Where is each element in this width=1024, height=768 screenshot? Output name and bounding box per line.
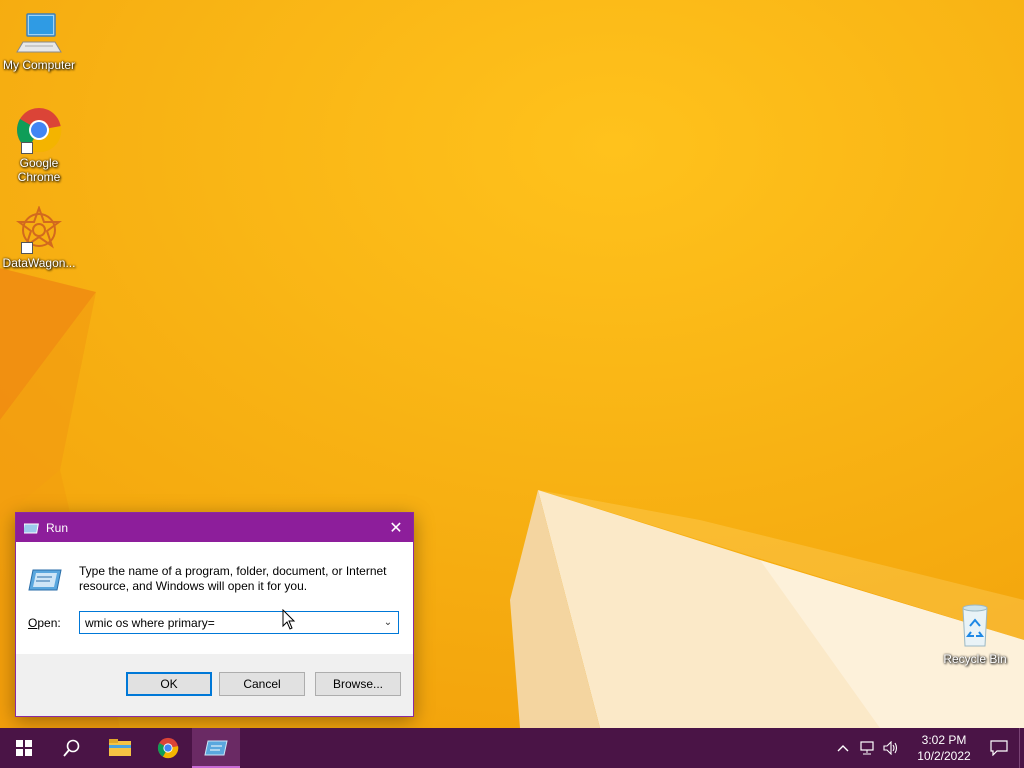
start-icon xyxy=(16,740,32,756)
start-button[interactable] xyxy=(0,728,48,768)
desktop-icon-label: My Computer xyxy=(2,58,76,72)
taskbar-file-explorer[interactable] xyxy=(96,728,144,768)
computer-icon xyxy=(15,8,63,56)
desktop-icon-label: Google Chrome xyxy=(17,156,61,184)
cancel-button[interactable]: Cancel xyxy=(219,672,305,696)
recycle-bin-icon xyxy=(951,602,999,650)
run-dialog-title: Run xyxy=(46,520,69,535)
chevron-down-icon[interactable]: ⌄ xyxy=(378,617,398,628)
shortcut-arrow-icon xyxy=(21,242,33,254)
desktop-icon-recycle-bin[interactable]: Recycle Bin xyxy=(936,602,1014,666)
chrome-icon xyxy=(15,106,63,154)
run-dialog: Run ✕ Type the name of a program, folder… xyxy=(15,512,414,717)
desktop-icon-label: Recycle Bin xyxy=(943,652,1007,666)
run-icon xyxy=(204,740,228,756)
run-icon xyxy=(22,520,40,536)
ok-button[interactable]: OK xyxy=(126,672,212,696)
open-input[interactable] xyxy=(80,612,378,633)
datawagon-icon xyxy=(15,205,63,254)
show-hidden-icons-button[interactable] xyxy=(831,728,855,768)
network-button[interactable] xyxy=(855,728,879,768)
run-dialog-body: Type the name of a program, folder, docu… xyxy=(16,542,413,654)
search-button[interactable] xyxy=(48,728,96,768)
chevron-up-icon xyxy=(837,745,849,752)
clock-date: 10/2/2022 xyxy=(917,749,971,763)
mouse-cursor-icon xyxy=(282,609,296,630)
open-label: Open: xyxy=(28,616,61,630)
taskbar-chrome[interactable] xyxy=(144,728,192,768)
run-titlebar[interactable]: Run ✕ xyxy=(16,513,413,542)
network-icon xyxy=(860,741,874,755)
browse-button[interactable]: Browse... xyxy=(315,672,401,696)
run-program-icon xyxy=(28,568,62,592)
clock-time: 3:02 PM xyxy=(921,733,967,747)
close-button[interactable]: ✕ xyxy=(379,513,413,542)
taskbar-clock[interactable]: 3:02 PM 10/2/2022 xyxy=(909,732,979,764)
volume-icon xyxy=(883,741,898,755)
taskbar: 3:02 PM 10/2/2022 xyxy=(0,728,1024,768)
desktop-icon-label: DataWagon... xyxy=(2,256,76,270)
shortcut-arrow-icon xyxy=(21,142,33,154)
run-dialog-footer: OK Cancel Browse... xyxy=(16,654,413,716)
run-description: Type the name of a program, folder, docu… xyxy=(79,564,387,593)
desktop-icon-google-chrome[interactable]: Google Chrome xyxy=(0,106,78,184)
file-explorer-icon xyxy=(109,739,131,756)
volume-button[interactable] xyxy=(879,728,903,768)
desktop-icon-my-computer[interactable]: My Computer xyxy=(0,8,78,72)
show-desktop-button[interactable] xyxy=(1019,728,1024,768)
desktop-icon-datawagon[interactable]: DataWagon... xyxy=(0,205,78,270)
open-combobox[interactable]: ⌄ xyxy=(79,611,399,634)
search-icon xyxy=(63,739,80,757)
taskbar-run[interactable] xyxy=(192,728,240,768)
notification-icon xyxy=(990,740,1008,756)
action-center-button[interactable] xyxy=(979,728,1019,768)
chrome-icon xyxy=(157,737,179,759)
system-tray: 3:02 PM 10/2/2022 xyxy=(831,728,1024,768)
